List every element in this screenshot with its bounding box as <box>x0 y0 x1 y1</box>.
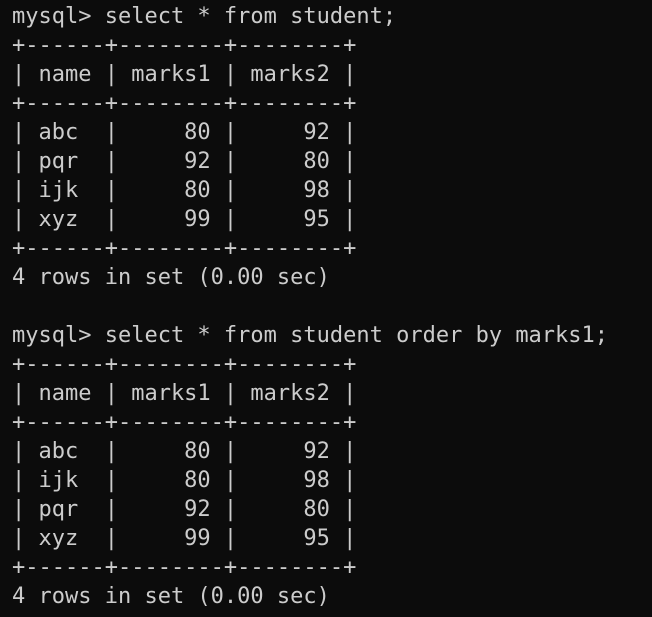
table-border: +------+--------+--------+ <box>12 236 357 261</box>
table-row: | abc | 80 | 92 | <box>12 439 357 464</box>
table-border: +------+--------+--------+ <box>12 91 357 116</box>
table-row: | abc | 80 | 92 | <box>12 120 357 145</box>
table-row: | ijk | 80 | 98 | <box>12 468 357 493</box>
command-line-1: mysql> select * from student; <box>12 4 397 29</box>
table-row: | xyz | 99 | 95 | <box>12 207 357 232</box>
table-row: | pqr | 92 | 80 | <box>12 149 357 174</box>
table-row: | pqr | 92 | 80 | <box>12 497 357 522</box>
table-border: +------+--------+--------+ <box>12 352 357 377</box>
table-border: +------+--------+--------+ <box>12 33 357 58</box>
result-summary: 4 rows in set (0.00 sec) <box>12 265 330 290</box>
terminal-output[interactable]: mysql> select * from student; +------+--… <box>12 2 652 611</box>
table-header: | name | marks1 | marks2 | <box>12 62 357 87</box>
table-header: | name | marks1 | marks2 | <box>12 381 357 406</box>
result-summary: 4 rows in set (0.00 sec) <box>12 584 330 609</box>
table-border: +------+--------+--------+ <box>12 410 357 435</box>
command-line-2: mysql> select * from student order by ma… <box>12 323 609 348</box>
table-row: | ijk | 80 | 98 | <box>12 178 357 203</box>
table-border: +------+--------+--------+ <box>12 555 357 580</box>
table-row: | xyz | 99 | 95 | <box>12 526 357 551</box>
